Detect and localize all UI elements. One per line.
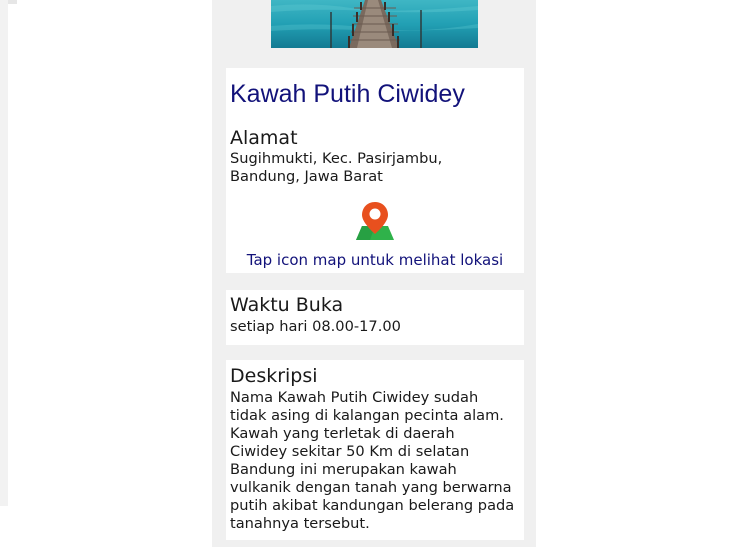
description-text: Nama Kawah Putih Ciwidey sudah tidak asi…: [230, 389, 515, 532]
map-hint-link[interactable]: Tap icon map untuk melihat lokasi: [226, 251, 524, 269]
left-edge-mark: [8, 0, 17, 4]
info-card-description: Deskripsi Nama Kawah Putih Ciwidey sudah…: [226, 360, 524, 540]
hours-value: setiap hari 08.00-17.00: [230, 318, 401, 335]
left-edge-panel: [0, 0, 8, 506]
hours-label: Waktu Buka: [230, 294, 344, 316]
page-title: Kawah Putih Ciwidey: [230, 80, 465, 108]
info-card-address: Kawah Putih Ciwidey Alamat Sugihmukti, K…: [226, 68, 524, 273]
map-pin-icon[interactable]: [356, 200, 394, 240]
hero-photo: [271, 0, 478, 48]
address-value: Sugihmukti, Kec. Pasirjambu, Bandung, Ja…: [230, 150, 443, 185]
address-label: Alamat: [230, 127, 298, 149]
info-card-hours: Waktu Buka setiap hari 08.00-17.00: [226, 290, 524, 345]
pier-over-lake-photo: [271, 0, 478, 48]
description-label: Deskripsi: [230, 365, 318, 387]
